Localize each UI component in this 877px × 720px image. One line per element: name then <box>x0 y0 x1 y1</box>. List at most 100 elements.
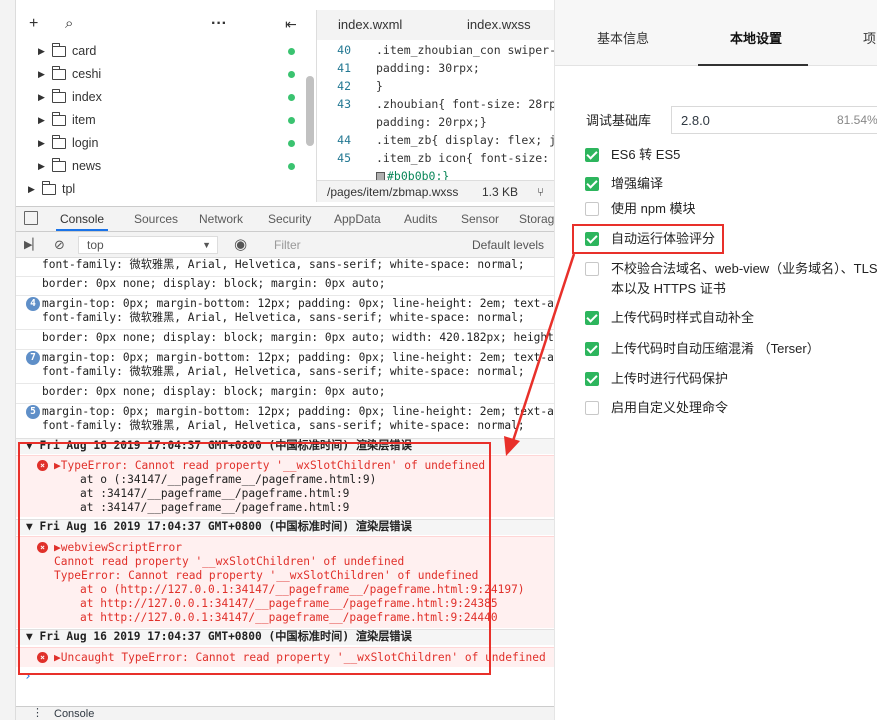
tab-sources[interactable]: Sources <box>134 207 178 231</box>
context-value: top <box>87 238 104 252</box>
code-line: #b0b0b0;} <box>317 167 554 180</box>
drawer-tab-console[interactable]: Console <box>54 708 94 720</box>
log-line: margin-top: 0px; margin-bottom: 12px; pa… <box>42 351 554 364</box>
checkbox-checked[interactable] <box>585 177 599 191</box>
option-label: ES6 转 ES5 <box>611 147 681 162</box>
option-label-line2: 本以及 HTTPS 证书 <box>611 281 726 296</box>
add-file-icon[interactable]: + <box>29 10 38 38</box>
option-label: 上传代码时自动压缩混淆 （Terser） <box>611 341 820 356</box>
expand-arrow-icon[interactable]: ▶ <box>38 109 45 132</box>
toggle-sidebar-icon[interactable]: ▶▏ <box>24 232 41 258</box>
checkbox-unchecked[interactable] <box>585 202 599 216</box>
folder-icon <box>51 112 66 126</box>
folder-icon <box>51 89 66 103</box>
tree-item-index[interactable]: ▶ index <box>16 86 306 109</box>
tree-item-label: news <box>72 159 102 173</box>
tree-item-label: index <box>72 90 102 104</box>
option-label: 上传代码时样式自动补全 <box>611 310 755 325</box>
repeat-count-badge: 7 <box>26 351 40 365</box>
log-line: margin-top: 0px; margin-bottom: 12px; pa… <box>42 297 554 310</box>
code-line: 42} <box>337 79 383 93</box>
tab-network[interactable]: Network <box>199 207 243 231</box>
dropdown-arrow-icon: ▼ <box>202 240 211 250</box>
checkbox-checked[interactable] <box>585 311 599 325</box>
folder-icon <box>51 158 66 172</box>
tab-console[interactable]: Console <box>56 207 109 231</box>
tree-item-label: tpl <box>62 182 76 196</box>
activity-gutter <box>0 0 16 720</box>
editor-tab-bar: index.wxml index.wxss <box>316 10 554 40</box>
expand-arrow-icon[interactable]: ▶ <box>28 178 35 201</box>
checkbox-checked[interactable] <box>585 372 599 386</box>
code-line: 40 .item_zhoubian_con swiper-i <box>337 43 554 57</box>
modified-dot-icon <box>288 94 295 101</box>
log-line: font-family: 微软雅黑, Arial, Helvetica, san… <box>42 258 525 271</box>
collapse-icon[interactable]: ⇤ <box>285 10 297 38</box>
option-label: 增强编译 <box>611 176 664 191</box>
log-separator <box>16 383 554 384</box>
code-editor[interactable]: 40 .item_zhoubian_con swiper-i 41 padding… <box>316 40 554 180</box>
checkbox-unchecked[interactable] <box>585 401 599 415</box>
more-icon[interactable]: ··· <box>211 10 227 38</box>
library-label: 调试基础库 <box>586 113 652 128</box>
expand-arrow-icon[interactable]: ▶ <box>38 86 45 109</box>
annotation-box-errors <box>18 442 491 675</box>
clear-console-icon[interactable]: ⊘ <box>54 232 65 258</box>
tree-item-card[interactable]: ▶ card <box>16 40 306 63</box>
library-version-select[interactable]: 2.8.0 81.54% <box>671 106 877 134</box>
log-line: border: 0px none; display: block; margin… <box>42 277 386 290</box>
tab-audits[interactable]: Audits <box>404 207 437 231</box>
tab-basic-info[interactable]: 基本信息 <box>597 28 649 54</box>
code-line: padding: 20rpx;} <box>376 115 487 129</box>
file-tree: ▶ card ▶ ceshi ▶ index ▶ item ▶ login ▶ … <box>16 40 306 204</box>
filter-input[interactable]: Filter <box>266 232 464 258</box>
code-line: 44 .item_zb{ display: flex; ju <box>337 133 554 147</box>
log-separator <box>16 329 554 330</box>
code-line: 41 padding: 30rpx; <box>337 61 480 75</box>
modified-dot-icon <box>288 71 295 78</box>
expand-arrow-icon[interactable]: ▶ <box>38 132 45 155</box>
checkbox-unchecked[interactable] <box>585 262 599 276</box>
eye-icon[interactable]: ◉ <box>234 232 247 258</box>
tab-appdata[interactable]: AppData <box>334 207 381 231</box>
tab-storage[interactable]: Storag <box>519 207 554 231</box>
library-usage: 81.54% <box>837 113 877 127</box>
log-line: font-family: 微软雅黑, Arial, Helvetica, san… <box>42 419 525 432</box>
repeat-count-badge: 5 <box>26 405 40 419</box>
tab-project-config[interactable]: 项 <box>863 28 876 54</box>
tab-local-settings[interactable]: 本地设置 <box>730 28 782 54</box>
context-select[interactable]: top ▼ <box>78 236 218 254</box>
inspect-element-icon[interactable] <box>24 211 38 225</box>
expand-arrow-icon[interactable]: ▶ <box>38 155 45 178</box>
settings-tab-bar: 基本信息 本地设置 项 <box>555 0 877 66</box>
devtools-tab-bar: Console Sources Network Security AppData… <box>16 206 554 232</box>
tree-item-ceshi[interactable]: ▶ ceshi <box>16 63 306 86</box>
search-icon[interactable]: ⌕ <box>65 10 73 38</box>
file-tree-scrollbar[interactable] <box>306 76 314 146</box>
tab-index-wxml[interactable]: index.wxml <box>338 10 402 40</box>
checkbox-checked[interactable] <box>585 342 599 356</box>
tree-item-item[interactable]: ▶ item <box>16 109 306 132</box>
color-swatch-icon <box>376 172 385 180</box>
modified-dot-icon <box>288 140 295 147</box>
branch-icon[interactable]: ⑂ <box>537 181 544 203</box>
modified-dot-icon <box>288 117 295 124</box>
modified-dot-icon <box>288 163 295 170</box>
checkbox-checked[interactable] <box>585 148 599 162</box>
expand-arrow-icon[interactable]: ▶ <box>38 40 45 63</box>
tree-item-news[interactable]: ▶ news <box>16 155 306 178</box>
annotation-arrow-icon <box>504 253 576 456</box>
tree-item-label: ceshi <box>72 67 102 81</box>
tab-index-wxss[interactable]: index.wxss <box>467 10 531 40</box>
folder-icon <box>51 66 66 80</box>
code-line: 43 .zhoubian{ font-size: 28rpx <box>337 97 554 111</box>
log-separator <box>16 349 554 350</box>
tab-sensor[interactable]: Sensor <box>461 207 499 231</box>
expand-arrow-icon[interactable]: ▶ <box>38 63 45 86</box>
console-toolbar: ▶▏ ⊘ top ▼ ◉ Filter Default levels ▼ <box>16 232 554 277</box>
tab-security[interactable]: Security <box>268 207 311 231</box>
folder-icon <box>51 135 66 149</box>
tree-item-tpl[interactable]: ▶ tpl <box>16 178 306 201</box>
tree-item-login[interactable]: ▶ login <box>16 132 306 155</box>
drawer-menu-icon[interactable]: ⋮ <box>32 706 43 719</box>
